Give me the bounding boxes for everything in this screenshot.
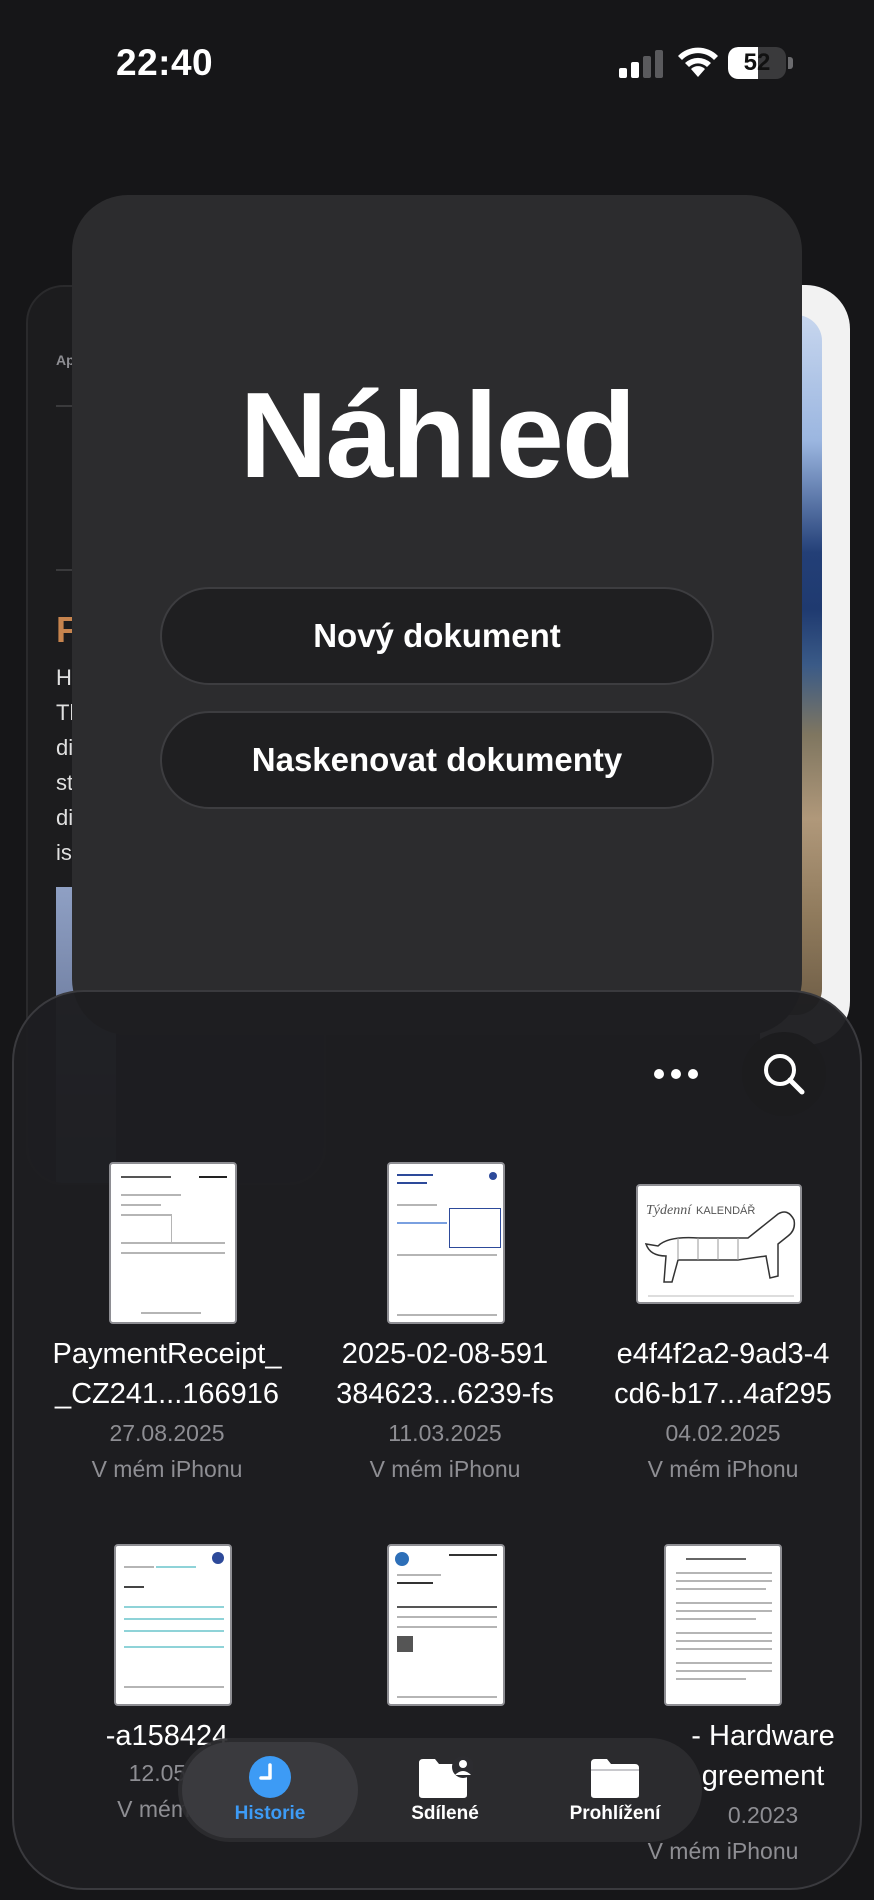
file-thumbnail <box>387 1544 505 1706</box>
screen: 22:40 52 Ap F H Th di st di is Náhled No… <box>0 0 874 1900</box>
file-name: 2025-02-08-591 <box>341 1338 549 1370</box>
file-date: 11.03.2025 <box>388 1420 502 1446</box>
file-thumbnail <box>109 1162 237 1324</box>
new-document-button[interactable]: Nový dokument <box>160 587 714 685</box>
scan-documents-button[interactable]: Naskenovat dokumenty <box>160 711 714 809</box>
file-item[interactable]: 2025-02-08-591 384623...6239-fs 11.03.20… <box>320 1162 570 1482</box>
file-date: 27.08.2025 <box>109 1420 225 1446</box>
preview-app-card: Náhled Nový dokument Naskenovat dokument… <box>72 195 802 1035</box>
file-item[interactable]: Týdenní KALENDÁŘ e4f4f2a2-9ad3-4 cd6-b17… <box>598 1162 848 1482</box>
file-location: V mém iPhonu <box>647 1456 799 1482</box>
tab-shared[interactable]: Sdílené <box>360 1738 530 1842</box>
status-bar: 22:40 52 <box>0 0 874 120</box>
file-name: PaymentReceipt_ <box>52 1338 282 1370</box>
ellipsis-icon <box>654 1069 698 1079</box>
file-item[interactable]: PaymentReceipt_ _CZ241...166916 27.08.20… <box>42 1162 292 1482</box>
more-options-button[interactable] <box>634 1032 718 1116</box>
file-thumbnail <box>387 1162 505 1324</box>
file-name: 384623...6239-fs <box>336 1378 554 1410</box>
wifi-icon <box>678 47 718 77</box>
file-location: V mém iPhonu <box>369 1456 521 1482</box>
file-name: e4f4f2a2-9ad3-4 <box>616 1338 830 1370</box>
tab-bar: Historie Sdílené Prohlížení <box>178 1738 702 1842</box>
svg-text:KALENDÁŘ: KALENDÁŘ <box>696 1204 755 1217</box>
file-date: 04.02.2025 <box>665 1420 781 1446</box>
cellular-signal-icon <box>619 48 665 78</box>
file-name: _CZ241...166916 <box>54 1378 280 1410</box>
folder-icon <box>591 1759 639 1798</box>
background-card-text: is <box>56 840 72 865</box>
file-location: V mém iPhonu <box>91 1456 243 1482</box>
shared-folder-icon <box>419 1756 473 1798</box>
tab-label: Sdílené <box>411 1803 479 1824</box>
tab-history[interactable]: Historie <box>182 1742 358 1838</box>
background-card-text: H <box>56 665 72 690</box>
file-thumbnail <box>664 1544 782 1706</box>
status-time: 22:40 <box>116 42 214 83</box>
dog-calendar-drawing: Týdenní KALENDÁŘ <box>644 1203 796 1297</box>
background-card-text: di <box>56 735 74 760</box>
clock-icon <box>249 1756 291 1798</box>
battery-percent: 52 <box>743 49 771 76</box>
file-location: V mém iPhonu <box>647 1838 799 1864</box>
magnifier-icon <box>764 1054 805 1095</box>
battery-icon: 52 <box>728 47 794 79</box>
tab-label: Prohlížení <box>569 1803 661 1824</box>
file-thumbnail: Týdenní KALENDÁŘ <box>636 1184 802 1304</box>
svg-text:Týdenní: Týdenní <box>646 1203 692 1218</box>
tab-label: Historie <box>234 1803 306 1824</box>
app-title: Náhled <box>239 367 637 503</box>
search-button[interactable] <box>742 1032 826 1116</box>
background-card-text: di <box>56 805 74 830</box>
tab-browse[interactable]: Prohlížení <box>530 1738 700 1842</box>
file-thumbnail <box>114 1544 232 1706</box>
background-card-text: st <box>56 770 74 795</box>
file-name: cd6-b17...4af295 <box>614 1378 832 1410</box>
